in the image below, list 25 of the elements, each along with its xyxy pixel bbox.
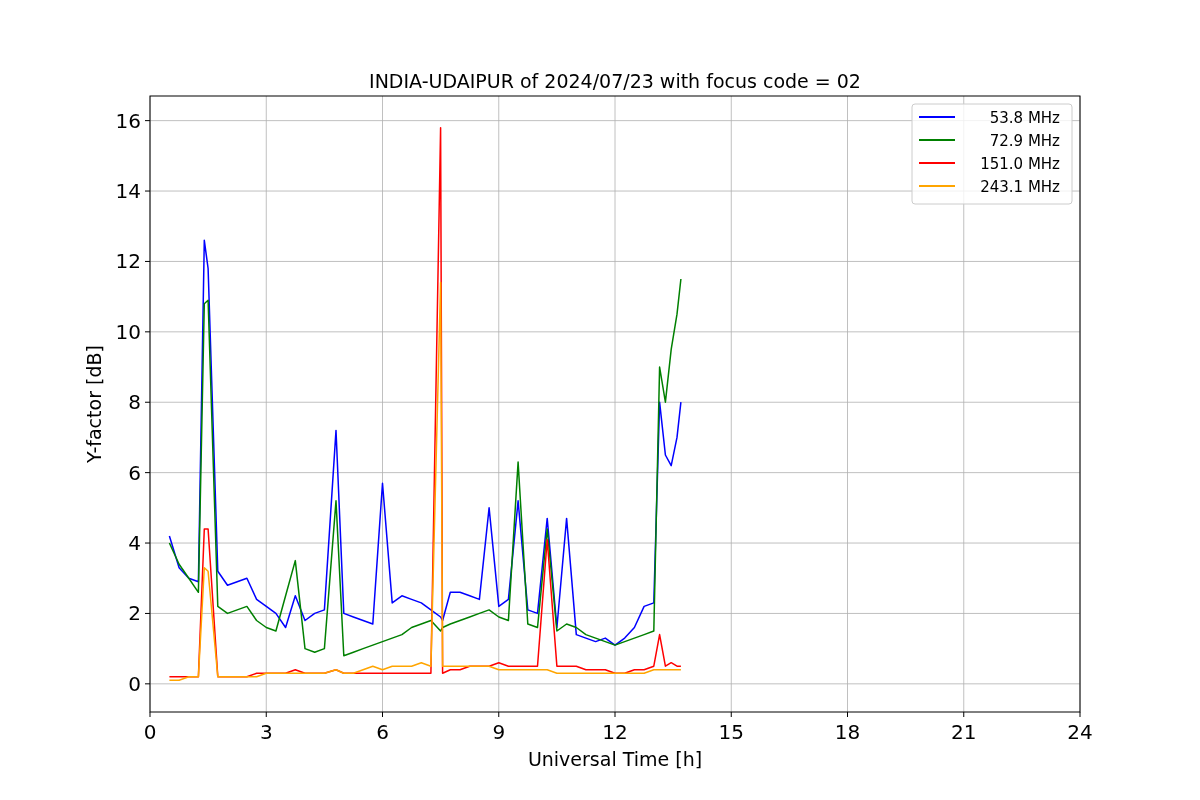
tick-label: 0 <box>143 720 157 744</box>
tick-label: 18 <box>834 720 861 744</box>
tick-label: 16 <box>115 108 141 133</box>
tick-label: 24 <box>1067 720 1093 744</box>
tick-label: 6 <box>128 460 141 485</box>
tick-label: 21 <box>951 720 977 744</box>
tick-label: 12 <box>115 249 141 274</box>
tick-label: 14 <box>115 179 141 204</box>
tick-label: 15 <box>718 720 744 744</box>
tick-label: 4 <box>128 531 141 556</box>
tick-label: 6 <box>376 720 389 744</box>
tick-label: 8 <box>128 390 141 415</box>
tick-label: 0 <box>128 671 141 696</box>
chart-title: INDIA-UDAIPUR of 2024/07/23 with focus code = 02 <box>369 70 861 92</box>
tick-label: 12 <box>602 720 628 744</box>
legend-label: 151.0 MHz <box>980 155 1060 173</box>
tick-label: 9 <box>492 720 506 744</box>
tick-label: 3 <box>259 720 273 744</box>
tick-label: 10 <box>115 319 141 344</box>
legend-label: 53.8 MHz <box>989 109 1060 127</box>
tick-label: 2 <box>128 601 141 626</box>
legend-label: 243.1 MHz <box>980 178 1060 196</box>
y-axis-label: Y-factor [dB] <box>83 345 105 463</box>
x-axis-label: Universal Time [h] <box>527 748 703 770</box>
legend-label: 72.9 MHz <box>989 132 1060 150</box>
